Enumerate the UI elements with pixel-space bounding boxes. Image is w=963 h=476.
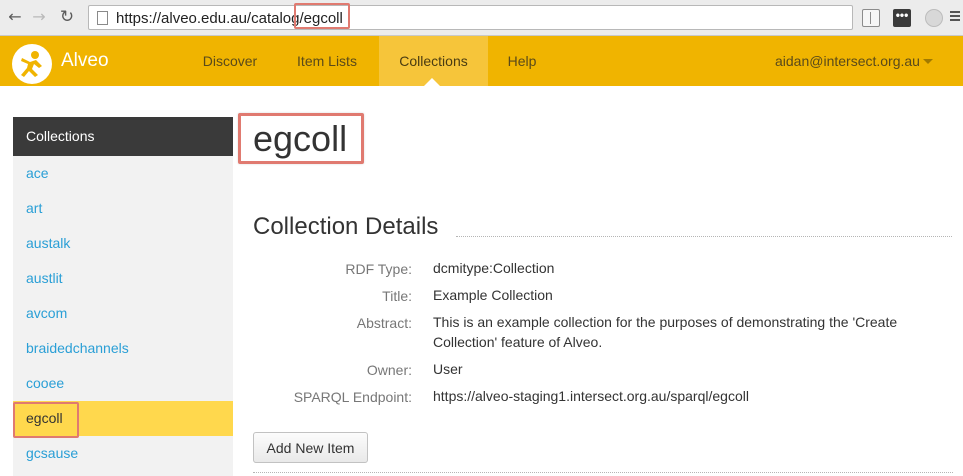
browser-toolbar: ← → ↻ https://alveo.edu.au/catalog/egcol… bbox=[0, 0, 963, 36]
sidebar-item-gcsause[interactable]: gcsause bbox=[13, 436, 233, 471]
forward-arrow-icon[interactable]: → bbox=[30, 8, 48, 26]
sidebar-highlight-box bbox=[13, 402, 79, 438]
detail-label-owner: Owner: bbox=[366, 362, 412, 378]
detail-label-sparql: SPARQL Endpoint: bbox=[293, 389, 412, 405]
user-menu[interactable]: aidan@intersect.org.au bbox=[775, 36, 920, 86]
nav-discover[interactable]: Discover bbox=[186, 36, 274, 86]
sidebar-item-cooee[interactable]: cooee bbox=[13, 366, 233, 401]
detail-value-owner: User bbox=[433, 361, 463, 377]
reader-view-icon[interactable] bbox=[862, 9, 880, 27]
nav-item-lists[interactable]: Item Lists bbox=[282, 36, 372, 86]
active-item-arrow bbox=[233, 409, 242, 427]
url-highlight-box bbox=[294, 3, 350, 29]
bottom-divider bbox=[253, 472, 953, 473]
detail-label-rdf-type: RDF Type: bbox=[345, 261, 412, 277]
section-title: Collection Details bbox=[253, 213, 439, 240]
chevron-down-icon[interactable] bbox=[923, 59, 933, 64]
sidebar-item-austlit[interactable]: austlit bbox=[13, 261, 233, 296]
sidebar-item-art[interactable]: art bbox=[13, 191, 233, 226]
browser-menu-icon[interactable] bbox=[950, 9, 960, 27]
section-divider bbox=[456, 236, 952, 237]
app-navbar: Alveo Discover Item Lists Collections He… bbox=[0, 36, 963, 87]
detail-label-abstract: Abstract: bbox=[356, 315, 412, 331]
url-prefix: https://alveo.edu.au/catalog/ bbox=[116, 10, 304, 27]
detail-value-title: Example Collection bbox=[433, 287, 553, 303]
title-highlight-box bbox=[238, 113, 364, 164]
detail-value-abstract-line2: Collection' feature of Alveo. bbox=[433, 334, 603, 350]
back-arrow-icon[interactable]: ← bbox=[6, 8, 24, 26]
extension-menu-icon[interactable]: ••• bbox=[893, 9, 911, 27]
sidebar-item-braidedchannels[interactable]: braidedchannels bbox=[13, 331, 233, 366]
detail-label-title: Title: bbox=[382, 288, 412, 304]
alveo-logo[interactable] bbox=[12, 44, 52, 84]
detail-value-rdf-type: dcmitype:Collection bbox=[433, 260, 555, 276]
sidebar-heading: Collections bbox=[13, 117, 233, 156]
detail-value-sparql: https://alveo-staging1.intersect.org.au/… bbox=[433, 388, 749, 404]
active-tab-caret bbox=[423, 78, 441, 87]
detail-value-abstract-line1: This is an example collection for the pu… bbox=[433, 314, 898, 330]
sidebar-item-ace[interactable]: ace bbox=[13, 156, 233, 191]
brand-name[interactable]: Alveo bbox=[61, 50, 109, 72]
sidebar-item-austalk[interactable]: austalk bbox=[13, 226, 233, 261]
page-icon bbox=[97, 11, 108, 25]
extension-icon[interactable] bbox=[925, 9, 943, 27]
add-new-item-button[interactable]: Add New Item bbox=[253, 432, 368, 463]
reload-icon[interactable]: ↻ bbox=[58, 8, 76, 26]
address-bar[interactable]: https://alveo.edu.au/catalog/egcoll bbox=[88, 5, 853, 30]
nav-help[interactable]: Help bbox=[496, 36, 548, 86]
sidebar-item-avcom[interactable]: avcom bbox=[13, 296, 233, 331]
